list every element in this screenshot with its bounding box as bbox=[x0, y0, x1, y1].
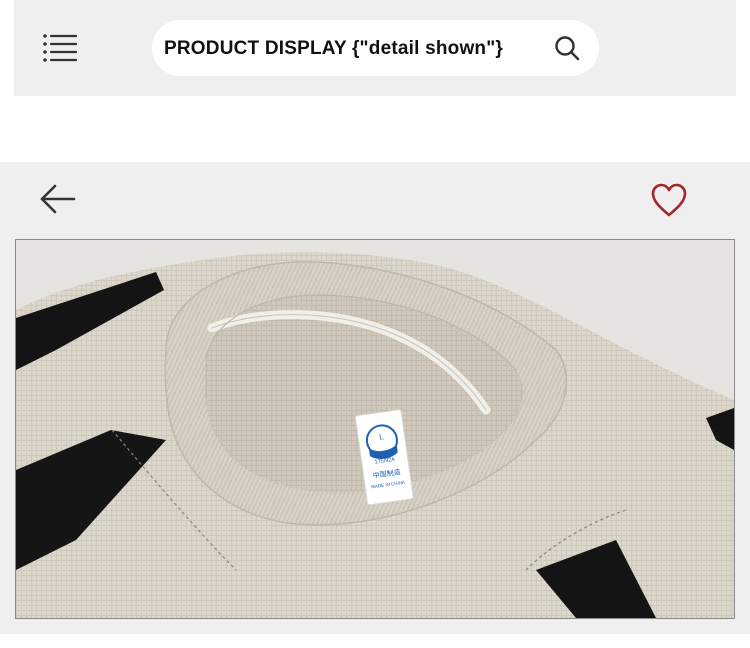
search-query-text[interactable]: PRODUCT DISPLAY {"detail shown"} bbox=[164, 20, 503, 76]
menu-icon bbox=[43, 34, 78, 62]
product-detail-panel: L 175/92A 中国制造 MADE IN CHINA bbox=[0, 162, 750, 634]
search-icon bbox=[555, 36, 580, 61]
top-bar: PRODUCT DISPLAY {"detail shown"} bbox=[14, 0, 736, 96]
back-button[interactable] bbox=[38, 182, 78, 216]
product-photo-image: L 175/92A 中国制造 MADE IN CHINA bbox=[16, 240, 734, 618]
menu-button[interactable] bbox=[42, 30, 78, 66]
arrow-left-icon bbox=[40, 184, 76, 214]
favorite-button[interactable] bbox=[650, 182, 688, 218]
heart-icon bbox=[651, 183, 687, 217]
search-bar[interactable]: PRODUCT DISPLAY {"detail shown"} bbox=[152, 20, 599, 76]
search-button[interactable] bbox=[553, 34, 581, 62]
product-photo: L 175/92A 中国制造 MADE IN CHINA bbox=[15, 239, 735, 619]
